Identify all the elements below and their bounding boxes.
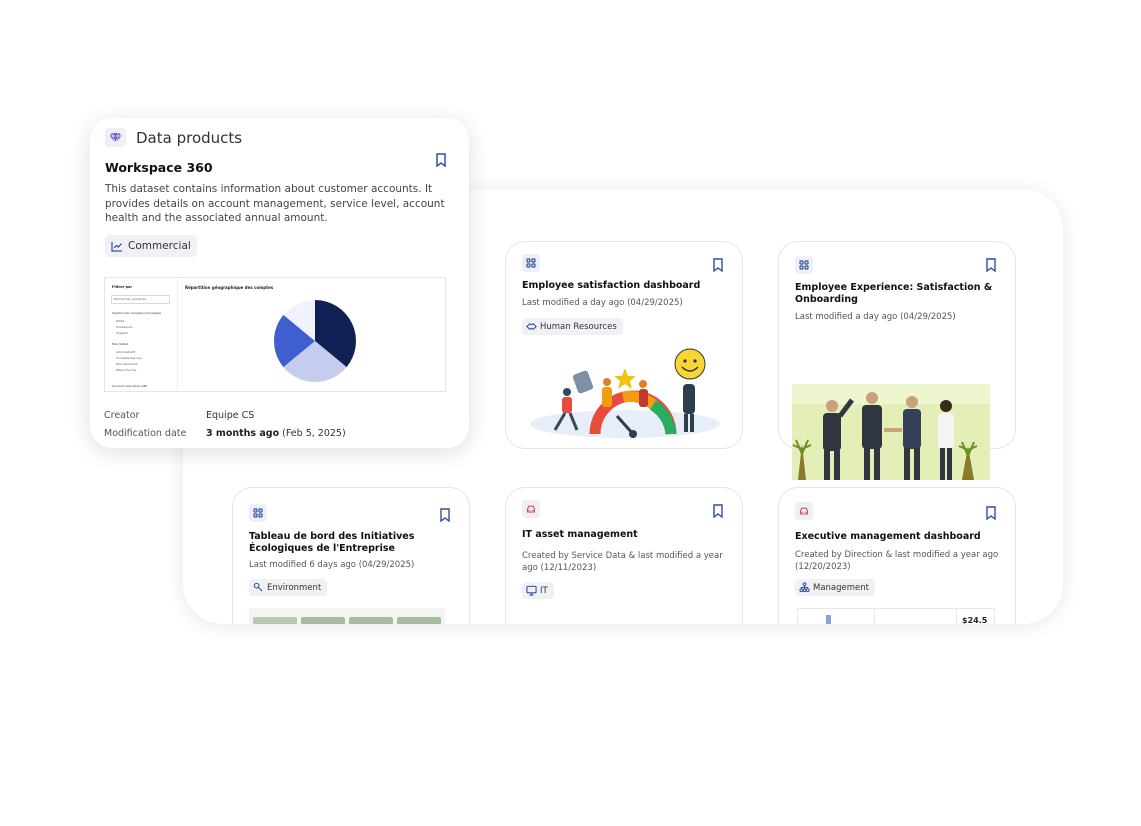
leaf-icon xyxy=(253,582,263,592)
card-it-asset-management[interactable]: IT asset management Created by Service D… xyxy=(505,487,743,624)
preview-group2-list: Administratif Comptes Service Mon demand… xyxy=(116,350,142,372)
card-employee-satisfaction[interactable]: Employee satisfaction dashboard Last mod… xyxy=(505,241,743,449)
handshake-icon xyxy=(526,323,537,330)
card-tableau-ecologique[interactable]: Tableau de bord des Initiatives Écologiq… xyxy=(232,487,470,624)
bookmark-icon[interactable] xyxy=(435,153,447,167)
card-meta: Last modified a day ago (04/29/2025) xyxy=(522,298,683,308)
modified-value: 3 months ago (Feb 5, 2025) xyxy=(206,428,346,439)
card-title: Employee Experience: Satisfaction & Onbo… xyxy=(795,282,993,305)
dashboard-grid-icon xyxy=(522,254,540,272)
card-meta: Last modified a day ago (04/29/2025) xyxy=(795,312,956,322)
car-icon xyxy=(522,500,540,518)
bookmark-icon[interactable] xyxy=(985,506,997,520)
data-product-card[interactable]: Data products Workspace 360 This dataset… xyxy=(90,118,469,448)
monitor-icon xyxy=(526,585,537,596)
executive-dashboard-preview: $24.5 xyxy=(797,608,995,624)
org-chart-icon xyxy=(799,582,810,593)
car-icon xyxy=(795,502,813,520)
account-distribution-pie-chart xyxy=(274,300,356,382)
dashboard-grid-icon xyxy=(249,504,267,522)
product-title: Workspace 360 xyxy=(105,160,213,175)
eco-dashboard-preview xyxy=(249,608,445,624)
business-people-photo xyxy=(792,384,990,480)
line-chart-icon xyxy=(111,241,122,252)
dashboard-preview: Filtrer par Rechercher demande Gestion d… xyxy=(104,277,446,392)
preview-chart-title: Répartition géographique des comptes xyxy=(185,285,274,290)
tag-environment[interactable]: Environment xyxy=(249,579,328,596)
modified-label: Modification date xyxy=(104,428,187,439)
card-title: Tableau de bord des Initiatives Écologiq… xyxy=(249,531,415,554)
tag-human-resources[interactable]: Human Resources xyxy=(522,318,623,335)
bookmark-icon[interactable] xyxy=(712,504,724,518)
section-header: Data products xyxy=(105,128,242,147)
card-title: IT asset management xyxy=(522,529,638,540)
product-description: This dataset contains information about … xyxy=(105,183,445,224)
bookmark-icon[interactable] xyxy=(712,258,724,272)
tag-it[interactable]: IT xyxy=(522,582,554,599)
card-title: Employee satisfaction dashboard xyxy=(522,280,701,291)
card-title: Executive management dashboard xyxy=(795,531,981,542)
card-meta: Created by Direction & last modified a y… xyxy=(795,550,999,572)
bookmark-icon[interactable] xyxy=(439,508,451,522)
dashboard-grid-icon xyxy=(795,256,813,274)
creator-label: Creator xyxy=(104,410,140,421)
section-label: Data products xyxy=(136,128,243,147)
card-meta: Created by Service Data & last modified … xyxy=(522,551,723,573)
preview-filter-sidebar: Filtrer par Rechercher demande Gestion d… xyxy=(105,278,178,391)
card-executive-management[interactable]: Executive management dashboard Created b… xyxy=(778,487,1016,624)
satisfaction-illustration xyxy=(530,348,720,438)
tag-management[interactable]: Management xyxy=(795,579,875,596)
kpi-value: $24.5 xyxy=(962,616,988,624)
bookmark-icon[interactable] xyxy=(985,258,997,272)
creator-value: Equipe CS xyxy=(206,410,255,421)
preview-group1-list: Pilote Croissance Support xyxy=(116,319,133,335)
tag-commercial[interactable]: Commercial xyxy=(105,235,197,257)
card-meta: Last modified 6 days ago (04/29/2025) xyxy=(249,560,415,570)
diamond-icon xyxy=(105,128,126,147)
